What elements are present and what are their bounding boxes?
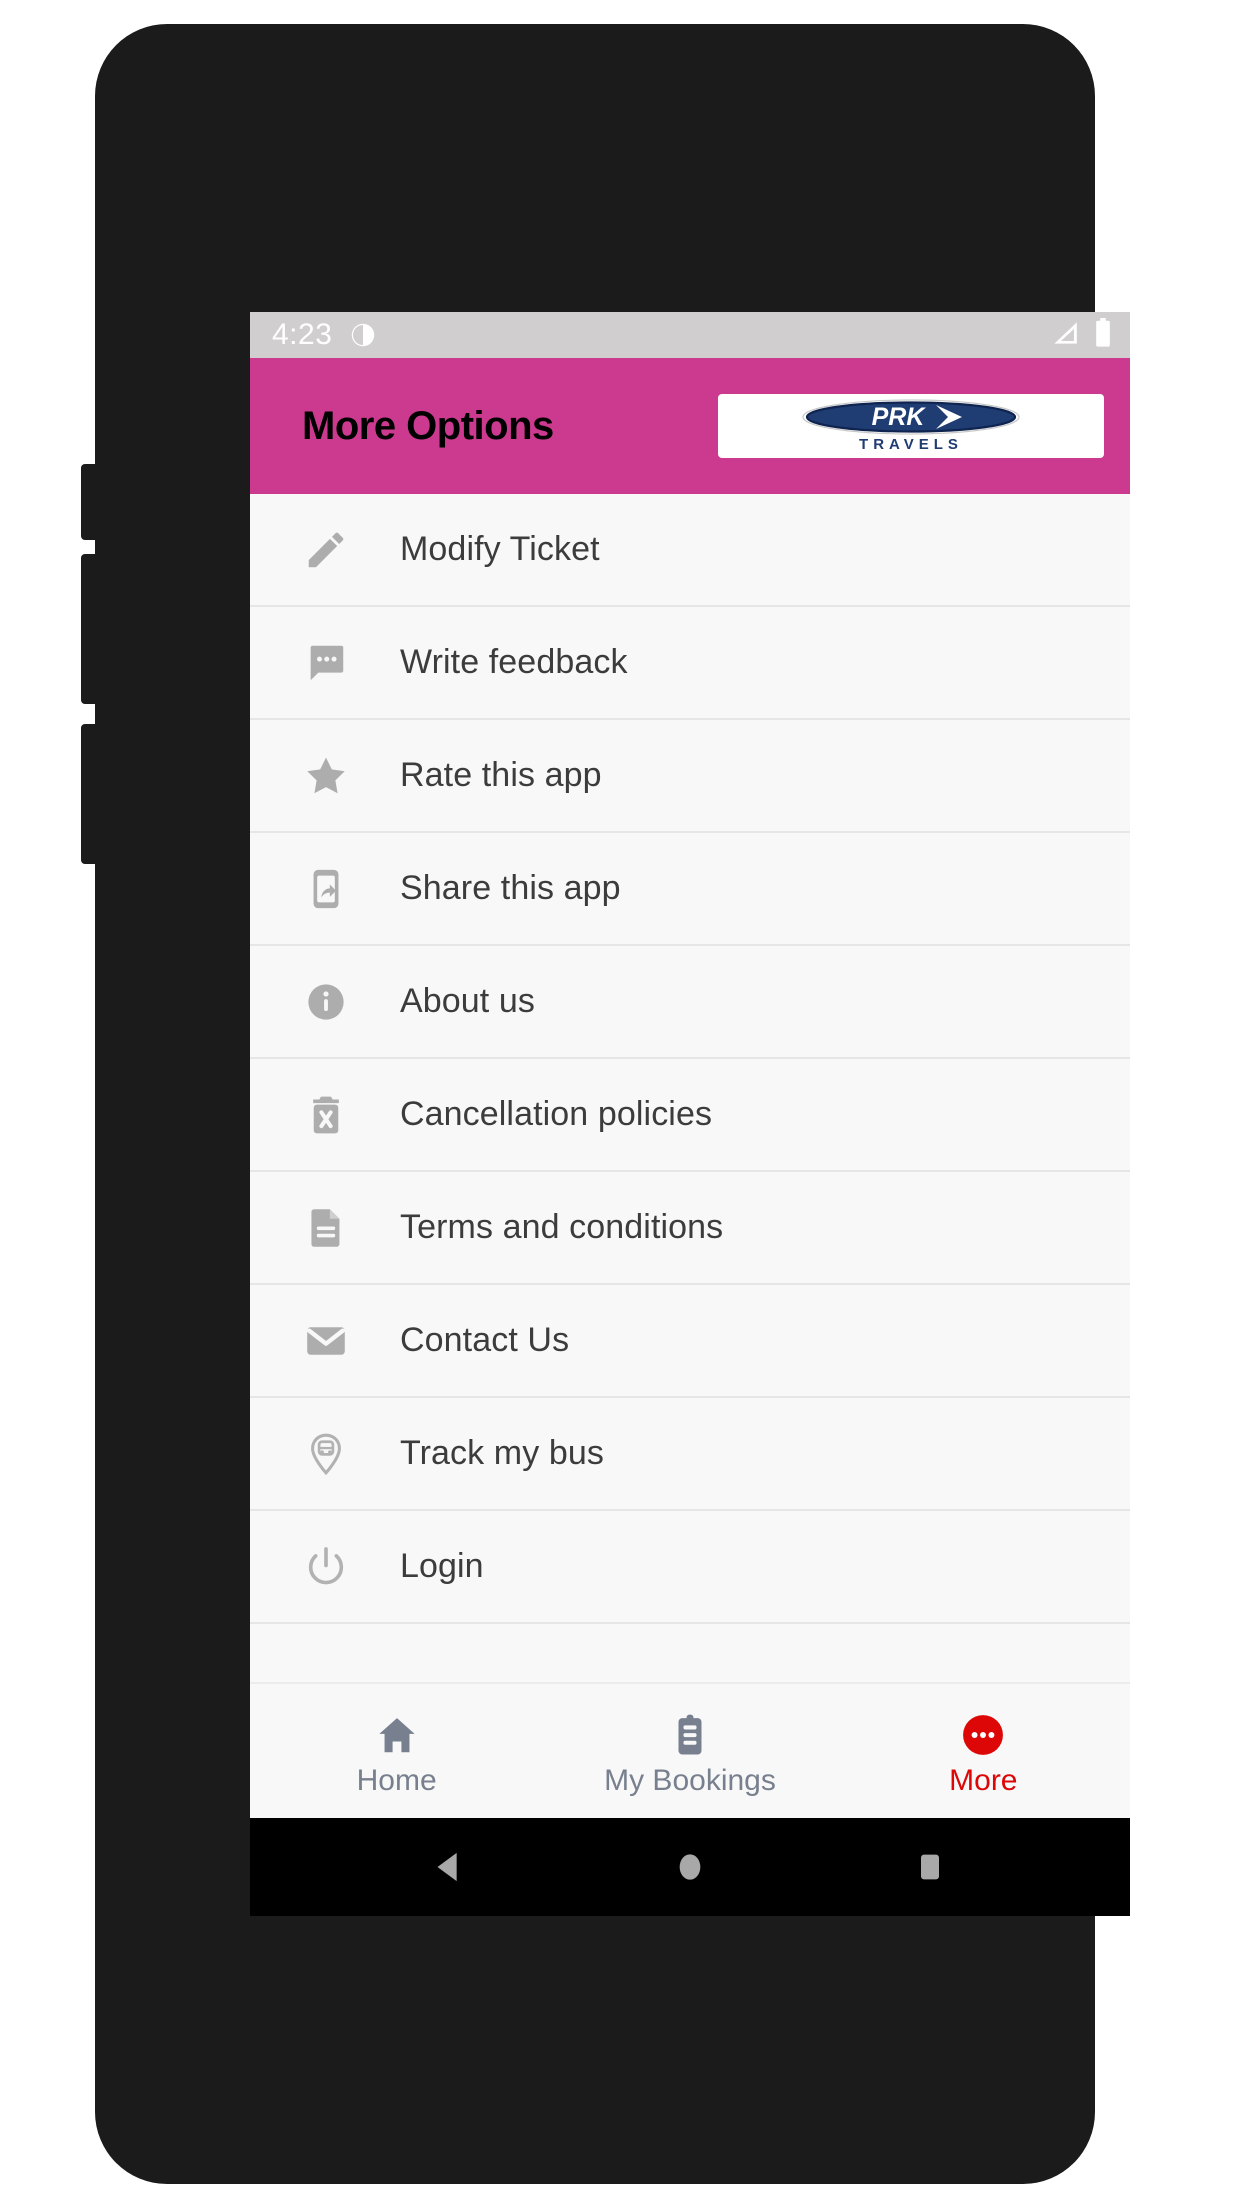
phone-screen: 4:23 More Options PRK TRAVELS Modify Tic… — [250, 312, 1130, 1916]
list-item-label: Track my bus — [400, 1434, 604, 1472]
nav-tab-my-bookings[interactable]: My Bookings — [543, 1704, 836, 1798]
app-bar: More Options PRK TRAVELS — [250, 358, 1130, 494]
star-icon — [298, 748, 354, 804]
list-item-share-this-app[interactable]: Share this app — [250, 833, 1130, 946]
home-circle-icon[interactable] — [645, 1847, 735, 1887]
page-title: More Options — [302, 403, 554, 448]
nav-tab-label: More — [949, 1764, 1018, 1797]
envelope-icon — [298, 1313, 354, 1369]
volume-up-button[interactable] — [81, 464, 99, 540]
list-item-label: Share this app — [400, 869, 621, 907]
status-bar-time: 4:23 — [272, 318, 333, 351]
nav-tab-more[interactable]: More — [837, 1704, 1130, 1798]
mute-switch-button[interactable] — [81, 724, 99, 864]
status-bar: 4:23 — [250, 312, 1130, 358]
list-item-label: Contact Us — [400, 1321, 570, 1359]
list-item-terms-and-conditions[interactable]: Terms and conditions — [250, 1172, 1130, 1285]
info-circle-icon — [298, 974, 354, 1030]
status-bar-right-icons — [1050, 317, 1112, 353]
svg-text:TRAVELS: TRAVELS — [859, 436, 963, 453]
bottom-navigation-bar: Home My Bookings More — [250, 1682, 1130, 1818]
clipboard-icon — [667, 1704, 713, 1758]
power-icon — [298, 1539, 354, 1595]
map-pin-bus-icon — [298, 1426, 354, 1482]
pencil-icon — [298, 522, 354, 578]
android-navigation-bar — [250, 1818, 1130, 1916]
notification-dot-icon — [348, 320, 378, 350]
list-item-cancellation-policies[interactable]: Cancellation policies — [250, 1059, 1130, 1172]
list-item-label: Login — [400, 1547, 484, 1585]
list-item-label: Write feedback — [400, 643, 628, 681]
list-item-rate-this-app[interactable]: Rate this app — [250, 720, 1130, 833]
nav-tab-home[interactable]: Home — [250, 1704, 543, 1798]
volume-down-button[interactable] — [81, 554, 99, 704]
list-item-label: Rate this app — [400, 756, 602, 794]
brand-logo: PRK TRAVELS — [718, 394, 1104, 458]
list-item-contact-us[interactable]: Contact Us — [250, 1285, 1130, 1398]
back-triangle-icon[interactable] — [405, 1847, 495, 1887]
battery-full-icon — [1094, 317, 1112, 353]
nav-tab-label: My Bookings — [604, 1764, 776, 1797]
list-item-label: About us — [400, 982, 536, 1020]
list-item-modify-ticket[interactable]: Modify Ticket — [250, 494, 1130, 607]
more-dots-icon — [960, 1704, 1006, 1758]
signal-bars-icon — [1050, 320, 1080, 351]
share-phone-icon — [298, 861, 354, 917]
phone-frame: 4:23 More Options PRK TRAVELS Modify Tic… — [81, 24, 1130, 2184]
list-item-login[interactable]: Login — [250, 1511, 1130, 1624]
svg-text:PRK: PRK — [872, 403, 927, 431]
nav-tab-label: Home — [356, 1764, 437, 1797]
list-item-label: Terms and conditions — [400, 1208, 724, 1246]
list-item-about-us[interactable]: About us — [250, 946, 1130, 1059]
options-list: Modify Ticket Write feedback Rate this a… — [250, 494, 1130, 1682]
list-item-write-feedback[interactable]: Write feedback — [250, 607, 1130, 720]
trash-x-icon — [298, 1087, 354, 1143]
recents-square-icon[interactable] — [885, 1847, 975, 1887]
list-item-label: Cancellation policies — [400, 1095, 713, 1133]
document-icon — [298, 1200, 354, 1256]
list-item-label: Modify Ticket — [400, 530, 600, 568]
comment-dots-icon — [298, 635, 354, 691]
home-icon — [374, 1704, 420, 1758]
list-item-track-my-bus[interactable]: Track my bus — [250, 1398, 1130, 1511]
